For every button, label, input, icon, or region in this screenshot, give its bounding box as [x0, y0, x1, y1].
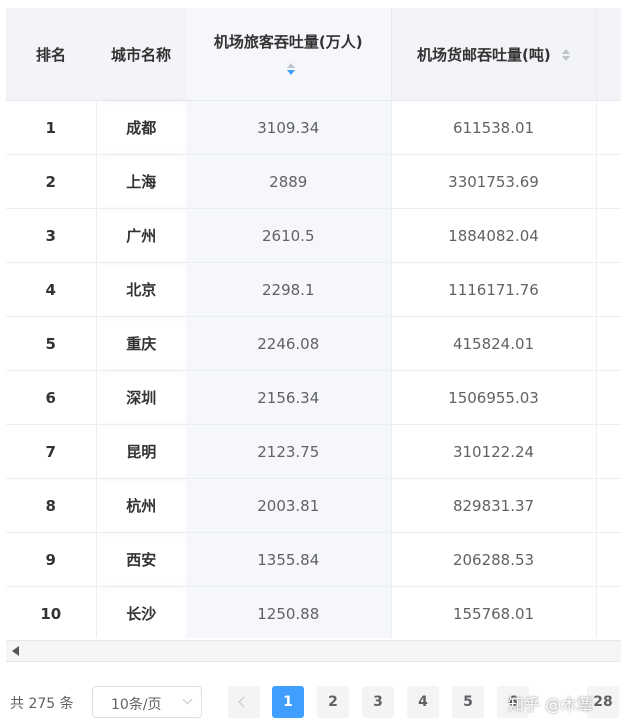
table-row[interactable]: 3 广州 2610.5 1884082.04 — [6, 208, 621, 263]
header-cargo-label: 机场货邮吞吐量(吨) — [417, 45, 551, 64]
cargo-cell: 1116171.76 — [390, 262, 596, 317]
passenger-cell: 1250.88 — [186, 586, 391, 638]
passenger-cell: 2889 — [186, 154, 391, 209]
rank-cell: 3 — [6, 208, 96, 263]
rank-cell: 6 — [6, 370, 96, 425]
cargo-cell: 310122.24 — [390, 424, 596, 479]
extra-cell — [595, 424, 621, 479]
passenger-cell: 2123.75 — [186, 424, 391, 479]
extra-cell — [595, 208, 621, 263]
table-row[interactable]: 2 上海 2889 3301753.69 — [6, 154, 621, 209]
horizontal-scrollbar[interactable] — [6, 640, 621, 662]
header-passenger-label: 机场旅客吞吐量(万人) — [213, 32, 363, 51]
page-button-3[interactable]: 3 — [362, 686, 394, 718]
sort-caret-icon[interactable] — [287, 63, 296, 75]
passenger-cell: 2246.08 — [186, 316, 391, 371]
cargo-cell: 1506955.03 — [390, 370, 596, 425]
table-row[interactable]: 10 长沙 1250.88 155768.01 — [6, 586, 621, 638]
scroll-left-arrow-icon[interactable] — [12, 646, 19, 656]
city-cell: 长沙 — [95, 586, 186, 638]
extra-cell — [595, 100, 621, 155]
page-button-5[interactable]: 5 — [452, 686, 484, 718]
page-button-4[interactable]: 4 — [407, 686, 439, 718]
sort-ascending-icon[interactable] — [287, 63, 296, 68]
cargo-cell: 415824.01 — [390, 316, 596, 371]
page-button-2[interactable]: 2 — [317, 686, 349, 718]
data-table: 排名 城市名称 机场旅客吞吐量(万人) 机场货邮吞吐量(吨) 1 成都 3109… — [6, 8, 621, 638]
extra-cell — [595, 586, 621, 638]
passenger-cell: 2610.5 — [186, 208, 391, 263]
city-cell: 重庆 — [95, 316, 186, 371]
page-size-value: 10条/页 — [111, 697, 162, 713]
pagination: 共 275 条 10条/页 1 2 3 4 5 6 28 知乎 @木蕈 — [0, 686, 621, 720]
rank-cell: 8 — [6, 478, 96, 533]
extra-cell — [595, 154, 621, 209]
sort-descending-icon[interactable] — [561, 56, 570, 61]
city-cell: 杭州 — [95, 478, 186, 533]
city-cell: 昆明 — [95, 424, 186, 479]
city-cell: 上海 — [95, 154, 186, 209]
extra-cell — [595, 262, 621, 317]
chevron-left-icon — [238, 696, 250, 708]
rank-cell: 4 — [6, 262, 96, 317]
table-row[interactable]: 5 重庆 2246.08 415824.01 — [6, 316, 621, 371]
extra-cell — [595, 316, 621, 371]
table-row[interactable]: 8 杭州 2003.81 829831.37 — [6, 478, 621, 533]
header-extra-column — [595, 8, 621, 101]
table-row[interactable]: 1 成都 3109.34 611538.01 — [6, 100, 621, 155]
page-button-1[interactable]: 1 — [272, 686, 304, 718]
passenger-cell: 2003.81 — [186, 478, 391, 533]
city-cell: 西安 — [95, 532, 186, 587]
extra-cell — [595, 478, 621, 533]
cargo-cell: 155768.01 — [390, 586, 596, 638]
city-cell: 深圳 — [95, 370, 186, 425]
header-rank: 排名 — [6, 8, 96, 101]
passenger-cell: 3109.34 — [186, 100, 391, 155]
rank-cell: 10 — [6, 586, 96, 638]
extra-cell — [595, 370, 621, 425]
cargo-cell: 829831.37 — [390, 478, 596, 533]
rank-cell: 2 — [6, 154, 96, 209]
passenger-cell: 1355.84 — [186, 532, 391, 587]
rank-cell: 1 — [6, 100, 96, 155]
sort-caret-icon[interactable] — [561, 49, 570, 61]
cargo-cell: 3301753.69 — [390, 154, 596, 209]
cargo-cell: 206288.53 — [390, 532, 596, 587]
total-count: 共 275 条 — [10, 696, 74, 712]
table-header-row: 排名 城市名称 机场旅客吞吐量(万人) 机场货邮吞吐量(吨) — [6, 8, 621, 101]
header-passenger[interactable]: 机场旅客吞吐量(万人) — [186, 8, 391, 101]
city-cell: 成都 — [95, 100, 186, 155]
city-cell: 广州 — [95, 208, 186, 263]
table-row[interactable]: 7 昆明 2123.75 310122.24 — [6, 424, 621, 479]
table-row[interactable]: 6 深圳 2156.34 1506955.03 — [6, 370, 621, 425]
page-size-select[interactable]: 10条/页 — [92, 686, 202, 718]
sort-ascending-icon[interactable] — [561, 49, 570, 54]
passenger-cell: 2156.34 — [186, 370, 391, 425]
city-cell: 北京 — [95, 262, 186, 317]
prev-page-button[interactable] — [228, 686, 260, 718]
header-cargo[interactable]: 机场货邮吞吐量(吨) — [390, 8, 596, 101]
rank-cell: 9 — [6, 532, 96, 587]
cargo-cell: 1884082.04 — [390, 208, 596, 263]
table-row[interactable]: 4 北京 2298.1 1116171.76 — [6, 262, 621, 317]
extra-cell — [595, 532, 621, 587]
sort-descending-icon[interactable] — [287, 70, 296, 75]
cargo-cell: 611538.01 — [390, 100, 596, 155]
header-city: 城市名称 — [96, 8, 186, 101]
watermark: 知乎 @木蕈 — [508, 695, 594, 714]
table-row[interactable]: 9 西安 1355.84 206288.53 — [6, 532, 621, 587]
rank-cell: 7 — [6, 424, 96, 479]
rank-cell: 5 — [6, 316, 96, 371]
passenger-cell: 2298.1 — [186, 262, 391, 317]
chevron-down-icon — [182, 694, 193, 705]
